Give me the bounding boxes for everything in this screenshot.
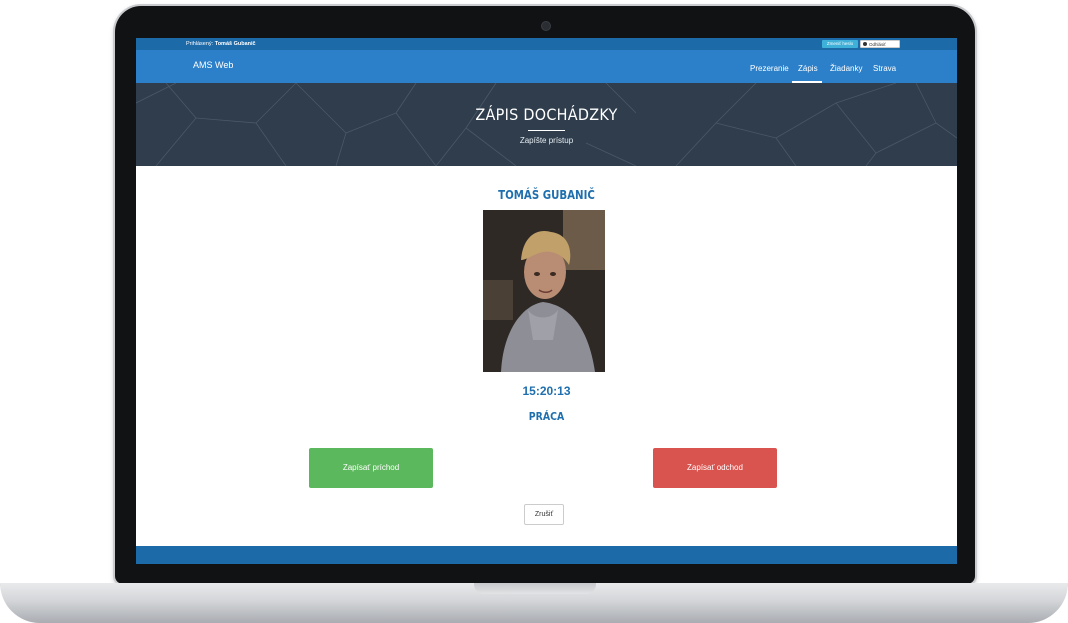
page-subtitle: Zapíšte prístup bbox=[519, 136, 574, 145]
nav-item-ziadanky[interactable]: Žiadanky bbox=[830, 64, 862, 73]
nav-item-zapis[interactable]: Zápis bbox=[798, 64, 818, 73]
brand-link[interactable]: AMS Web bbox=[193, 60, 233, 70]
page-header: ZÁPIS DOCHÁDZKY Zapíšte prístup bbox=[136, 83, 957, 166]
title-underline bbox=[528, 130, 565, 131]
nav-item-strava[interactable]: Strava bbox=[873, 64, 896, 73]
person-photo-icon bbox=[483, 210, 605, 372]
current-time: 15:20:13 bbox=[522, 384, 571, 398]
page-footer bbox=[136, 546, 957, 564]
change-password-button[interactable]: Zmeniť heslo bbox=[822, 40, 858, 48]
employee-photo bbox=[483, 210, 605, 372]
top-bar: Prihlásený: Tomáš Gubanič Zmeniť heslo O… bbox=[136, 38, 957, 50]
logged-in-label: Prihlásený: bbox=[186, 41, 214, 47]
webcam-icon bbox=[542, 22, 550, 30]
logged-in-info: Prihlásený: Tomáš Gubanič bbox=[186, 38, 256, 50]
nav-item-prezeranie[interactable]: Prezeranie bbox=[750, 64, 789, 73]
logout-label: Odhlásiť bbox=[869, 42, 886, 47]
record-arrival-button[interactable]: Zapísať príchod bbox=[309, 448, 433, 488]
employee-name: TOMÁŠ GUBANIČ bbox=[498, 188, 595, 202]
page-title: ZÁPIS DOCHÁDZKY bbox=[475, 105, 618, 124]
logged-in-user: Tomáš Gubanič bbox=[214, 41, 256, 47]
hero-pattern bbox=[136, 83, 957, 166]
cancel-button[interactable]: Zrušiť bbox=[524, 504, 564, 525]
main-navbar: AMS Web Prezeranie Zápis Žiadanky Strava bbox=[136, 50, 957, 83]
laptop-notch bbox=[474, 583, 596, 594]
logout-button[interactable]: Odhlásiť bbox=[860, 40, 900, 48]
gear-icon bbox=[863, 42, 867, 46]
record-departure-button[interactable]: Zapísať odchod bbox=[653, 448, 777, 488]
work-type-label: PRÁCA bbox=[528, 410, 565, 423]
app-screen: Prihlásený: Tomáš Gubanič Zmeniť heslo O… bbox=[136, 38, 957, 564]
